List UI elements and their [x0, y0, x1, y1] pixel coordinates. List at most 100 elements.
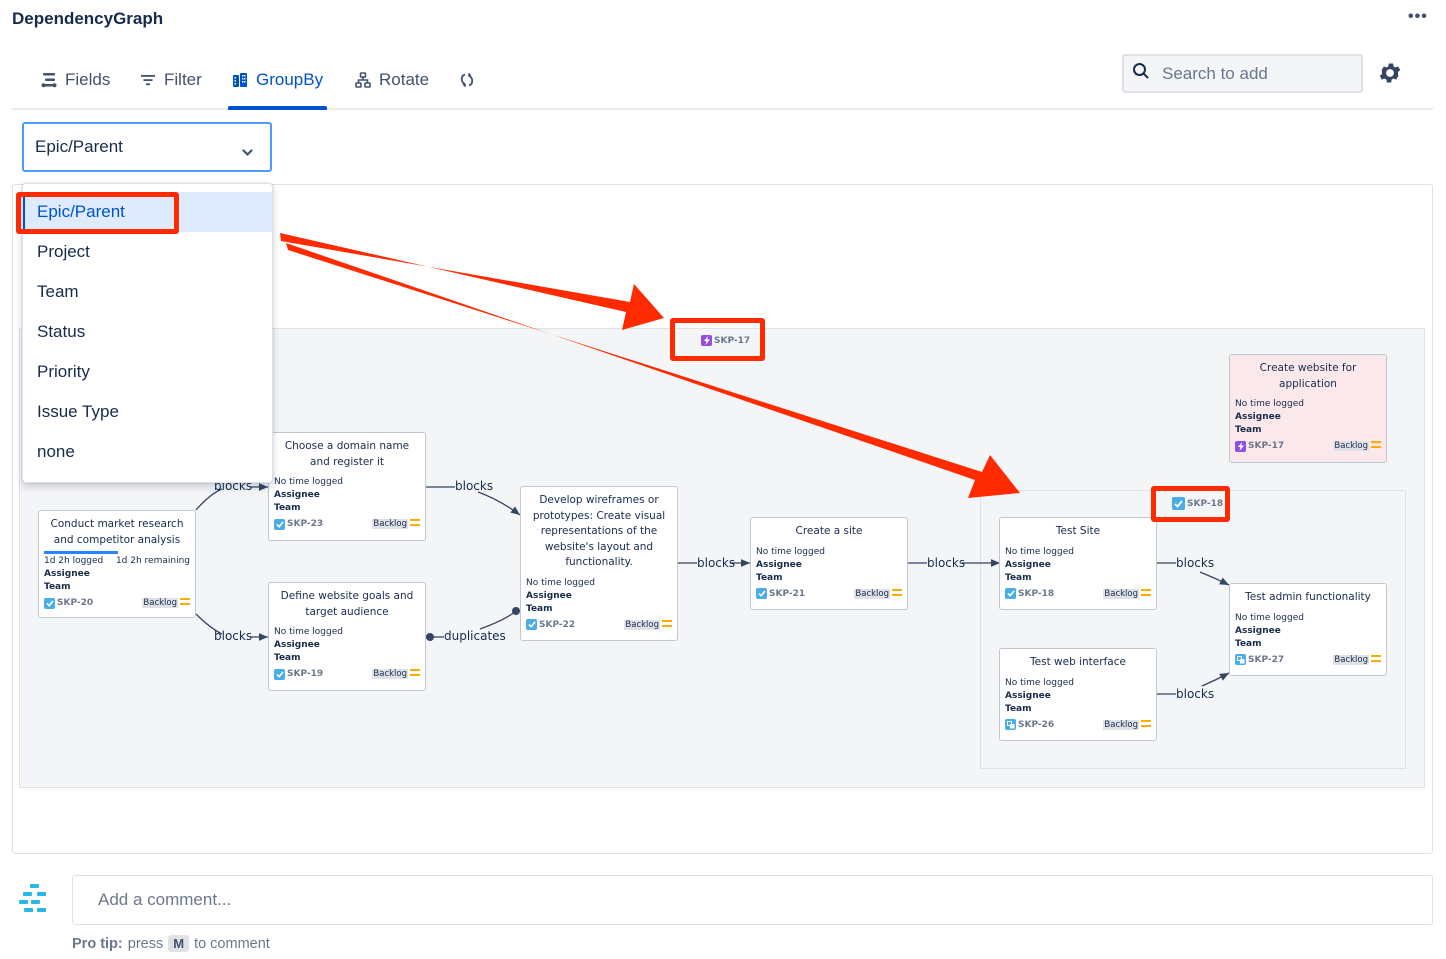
edge-label: blocks	[1176, 556, 1215, 570]
more-options-button[interactable]: •••	[1408, 8, 1428, 26]
team-field: Team	[1005, 572, 1032, 583]
issue-key[interactable]: SKP-21	[756, 588, 805, 599]
assignee-field: Assignee	[274, 490, 320, 500]
edge-label: blocks	[927, 556, 966, 570]
priority-medium-icon	[1141, 588, 1151, 599]
tab-groupby[interactable]: GroupBy	[227, 52, 328, 110]
issue-key[interactable]: SKP-26	[1005, 719, 1054, 730]
keyboard-shortcut-key: M	[168, 935, 190, 952]
time-logged: No time logged	[1005, 546, 1074, 557]
option-project[interactable]: Project	[23, 232, 272, 272]
option-team[interactable]: Team	[23, 272, 272, 312]
app-avatar-icon	[18, 882, 52, 921]
search-field[interactable]	[1122, 54, 1363, 93]
option-issue-type[interactable]: Issue Type	[23, 392, 272, 432]
gear-icon	[1377, 63, 1403, 90]
task-icon	[44, 597, 55, 609]
issue-key[interactable]: SKP-22	[526, 619, 575, 630]
assignee-field: Assignee	[44, 569, 90, 579]
edge-label: blocks	[1176, 687, 1215, 701]
priority-medium-icon	[410, 669, 420, 679]
search-icon	[1132, 62, 1150, 85]
team-field: Team	[274, 503, 301, 513]
status-badge: Backlog	[1333, 654, 1381, 665]
refresh-button[interactable]	[459, 52, 475, 108]
issue-card-skp-19[interactable]: Define website goals and target audience…	[268, 582, 426, 691]
tab-fields[interactable]: Fields	[41, 52, 110, 108]
issue-key[interactable]: SKP-18	[1005, 588, 1054, 599]
issue-key[interactable]: SKP-17	[1235, 440, 1284, 452]
time-logged: No time logged	[526, 577, 595, 588]
priority-medium-icon	[1371, 654, 1381, 665]
option-epic-parent[interactable]: Epic/Parent	[23, 192, 272, 232]
issue-card-skp-21[interactable]: Create a site No time logged Assignee Te…	[750, 517, 908, 610]
time-logged: No time logged	[756, 546, 825, 557]
groupby-selected-value: Epic/Parent	[35, 137, 123, 156]
issue-card-skp-17[interactable]: Create website for application No time l…	[1229, 354, 1387, 463]
option-none[interactable]: none	[23, 432, 272, 472]
groupby-dropdown-menu: Epic/Parent Project Team Status Priority…	[22, 183, 273, 483]
status-badge: Backlog	[142, 598, 190, 608]
team-field: Team	[526, 603, 553, 614]
issue-card-skp-22[interactable]: Develop wireframes or prototypes: Create…	[520, 486, 678, 641]
group-label-skp-18: SKP-18	[1172, 497, 1223, 510]
issue-key[interactable]: SKP-19	[274, 668, 323, 680]
epic-icon	[1235, 440, 1246, 452]
card-title: Conduct market research and competitor a…	[50, 518, 184, 546]
issue-card-skp-20[interactable]: Conduct market research and competitor a…	[38, 510, 196, 618]
task-icon	[1172, 497, 1185, 510]
tab-rotate[interactable]: Rotate	[355, 52, 429, 108]
tab-filter[interactable]: Filter	[140, 52, 202, 108]
issue-key[interactable]: SKP-23	[274, 518, 323, 530]
issue-key[interactable]: SKP-20	[44, 597, 93, 609]
hierarchy-icon	[355, 72, 371, 88]
comment-field[interactable]	[72, 875, 1433, 925]
settings-button[interactable]	[1377, 60, 1403, 91]
fields-icon	[41, 72, 57, 88]
status-badge: Backlog	[1333, 441, 1381, 451]
issue-card-skp-27[interactable]: Test admin functionality No time logged …	[1229, 583, 1387, 676]
time-logged: 1d 2h logged	[44, 556, 104, 566]
groupby-icon	[232, 72, 248, 88]
chevron-down-icon	[242, 142, 253, 162]
time-logged: No time logged	[1235, 612, 1304, 623]
refresh-icon	[459, 72, 475, 88]
edge-label: blocks	[697, 556, 736, 570]
time-remaining: 1d 2h remaining	[115, 556, 190, 566]
tab-filter-label: Filter	[164, 70, 202, 89]
issue-card-skp-23[interactable]: Choose a domain name and register it No …	[268, 432, 426, 541]
assignee-field: Assignee	[1235, 625, 1281, 636]
subtask-icon	[1235, 654, 1246, 665]
issue-key[interactable]: SKP-27	[1235, 654, 1284, 665]
assignee-field: Assignee	[274, 640, 320, 650]
comment-input[interactable]	[98, 890, 1432, 910]
card-title: Create a site	[795, 525, 863, 537]
epic-icon	[701, 335, 712, 346]
time-progress-bar	[44, 551, 118, 554]
team-field: Team	[1235, 425, 1262, 435]
card-title: Choose a domain name and register it	[284, 440, 410, 468]
filter-icon	[140, 73, 156, 87]
assignee-field: Assignee	[1005, 690, 1051, 701]
team-field: Team	[44, 582, 71, 592]
issue-card-skp-26[interactable]: Test web interface No time logged Assign…	[999, 648, 1157, 741]
status-badge: Backlog	[1103, 588, 1151, 599]
time-logged: No time logged	[1235, 399, 1304, 409]
groupby-select[interactable]: Epic/Parent	[22, 122, 272, 172]
team-field: Team	[1005, 703, 1032, 714]
time-logged: No time logged	[274, 627, 343, 637]
edge-label: blocks	[214, 629, 253, 643]
tab-fields-label: Fields	[65, 70, 111, 89]
option-status[interactable]: Status	[23, 312, 272, 352]
assignee-field: Assignee	[756, 559, 802, 570]
group-label-skp-17: SKP-17	[701, 335, 750, 346]
issue-card-skp-18[interactable]: Test Site No time logged Assignee Team S…	[999, 517, 1157, 610]
time-logged: No time logged	[1005, 677, 1074, 688]
option-priority[interactable]: Priority	[23, 352, 272, 392]
card-title: Define website goals and target audience	[280, 590, 414, 618]
status-badge: Backlog	[854, 588, 902, 599]
priority-medium-icon	[662, 619, 672, 630]
status-badge: Backlog	[372, 669, 420, 679]
tab-groupby-label: GroupBy	[256, 70, 324, 89]
search-input[interactable]	[1162, 63, 1342, 84]
